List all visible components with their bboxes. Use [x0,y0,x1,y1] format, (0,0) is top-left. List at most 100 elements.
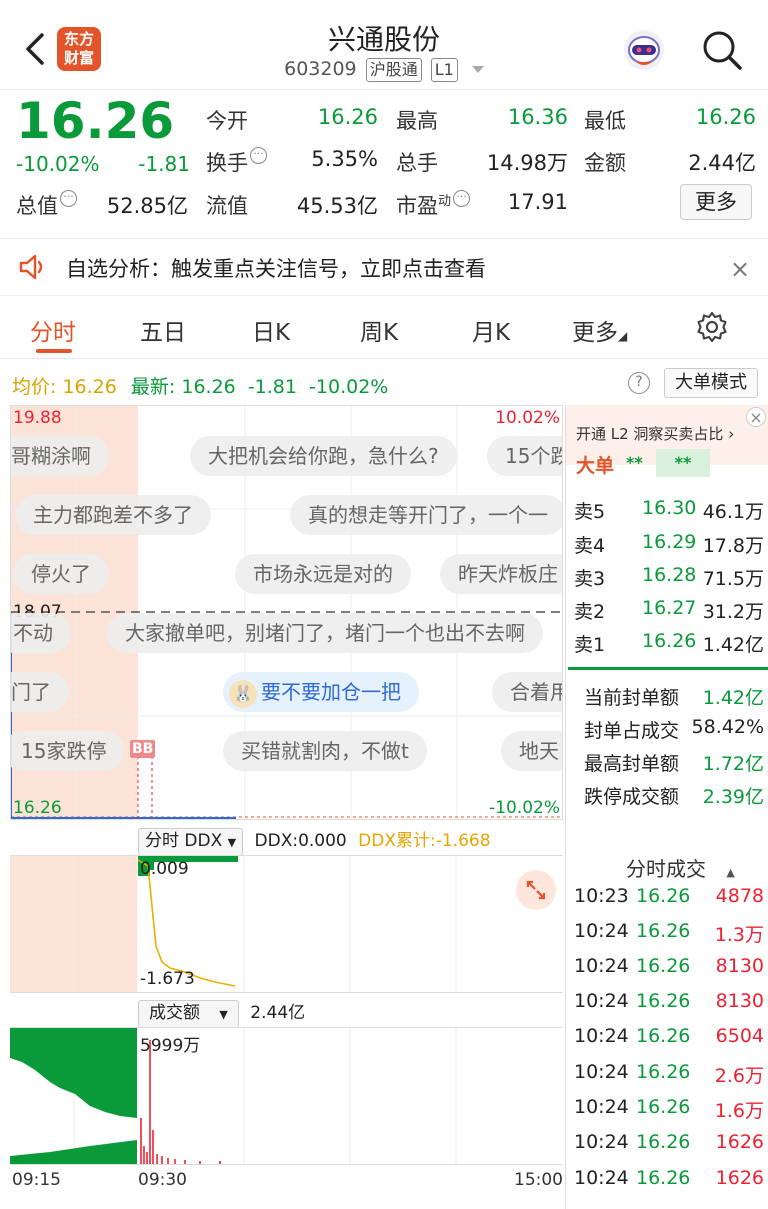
intraday-chart[interactable]: 19.88 10.02% 18.07 16.26 -10.02% 哥糊涂啊 大把… [10,405,563,820]
seal-row: 当前封单额 1.42亿 [584,683,764,710]
volume-indicator-select[interactable]: 成交额 ▼ [138,1000,239,1028]
alert-text[interactable]: 自选分析：触发重点关注信号，立即点击查看 [66,253,486,283]
caret-up-icon: ▲ [726,866,735,879]
comment-bubble[interactable]: 昨天炸板庄 [440,554,562,594]
ask-label: 卖5 [574,501,606,523]
tab-more[interactable]: 更多◢ [572,313,627,347]
help-icon[interactable]: ? [628,372,650,394]
trade-time: 10:24 [574,990,629,1012]
settings-gear-icon[interactable] [696,311,728,343]
ask-bid-divider [568,667,768,670]
ask-price: 16.30 [642,497,697,519]
tab-intraday[interactable]: 分时 [30,313,76,347]
trade-price: 16.26 [636,1025,691,1047]
axis-top-pct: 10.02% [495,408,560,428]
market-cap-label-text: 总值 [16,194,58,218]
trade-volume: 8130 [715,955,764,977]
robot-assistant-icon[interactable] [622,28,666,72]
seal-value: 1.72亿 [702,753,764,775]
turnover-label[interactable]: 换手 ··· [206,147,267,177]
caret-down-icon: ▼ [219,1008,228,1021]
expand-chart-button[interactable] [516,870,556,910]
more-button[interactable]: 更多 [680,184,752,220]
ask-volume: 46.1万 [702,501,764,523]
big-order-mode-button[interactable]: 大单模式 [664,368,758,398]
comment-bubble[interactable]: 主力都跑差不多了 [15,495,211,535]
volume-label: 总手 [396,151,438,175]
big-buy-marker[interactable]: BB [130,740,156,758]
ask-price: 16.29 [642,531,697,553]
pe-label-text: 市盈 [396,194,438,218]
volume-chart[interactable]: 5999万 [10,1027,563,1165]
volume-select-label: 成交额 [149,1003,200,1023]
tab-weekly-k[interactable]: 周K [360,313,398,347]
trade-volume: 1.6万 [714,1100,764,1122]
search-icon[interactable] [700,28,744,72]
trade-price: 16.26 [636,920,691,942]
ddx-plot [73,856,457,992]
price-info-line: 均价: 16.26 最新: 16.26 -1.81 -10.02% [12,372,388,399]
featured-comment-text: 要不要加仓一把 [261,680,401,704]
trade-time: 10:24 [574,1096,629,1118]
seal-label: 跌停成交额 [584,786,680,808]
chevron-down-icon[interactable] [471,66,484,73]
comment-bubble[interactable]: 合着用 [492,672,562,712]
comment-bubble[interactable]: 买错就割肉，不做t [223,731,427,771]
comment-bubble[interactable]: 大家撤单吧，别堵门了，堵门一个也出不去啊 [107,613,543,653]
big-order-label: 大单 [576,455,615,477]
ddx-cumulative: DDX累计:-1.668 [358,831,491,851]
info-icon[interactable]: ··· [60,190,77,207]
comment-bubble[interactable]: 哥糊涂啊 [11,436,109,476]
trade-time: 10:23 [574,885,629,907]
trades-title[interactable]: 分时成交 ▲ [626,853,735,882]
time-label-open: 09:30 [138,1170,187,1190]
comment-bubble[interactable]: 真的想走等开门了，一个一 [290,495,562,535]
latest-value: 16.26 [181,376,236,398]
trade-time: 10:24 [574,1167,629,1189]
comment-bubble[interactable]: 不动 [11,613,71,653]
ddx-indicator-select[interactable]: 分时 DDX ▼ [138,828,244,856]
tab-more-label: 更多 [572,320,618,346]
close-icon[interactable]: × [746,407,766,427]
high-value: 16.36 [507,105,568,129]
ddx-chart[interactable]: 0.009 -1.673 [10,855,563,993]
trade-time: 10:24 [574,1025,629,1047]
comment-bubble[interactable]: 市场永远是对的 [235,554,411,594]
latest-change: -1.81 [247,376,297,398]
tab-monthly-k[interactable]: 月K [472,313,510,347]
turnover-value: 5.35% [311,147,378,171]
ddx-header: 分时 DDX ▼ DDX:0.000 DDX累计:-1.668 [138,826,568,856]
ask-volume: 31.2万 [702,601,764,623]
info-icon[interactable]: ··· [250,147,267,164]
ddx-top-value: 0.009 [140,859,189,879]
big-order-mask-1: ** [626,453,643,472]
comment-bubble[interactable]: 15个跌 [487,436,562,476]
open-label: 今开 [206,109,248,133]
comment-bubble[interactable]: 大把机会给你跑，急什么? [190,436,457,476]
alert-bar[interactable]: 自选分析：触发重点关注信号，立即点击查看 × [0,238,768,296]
stock-code: 603209 [284,58,357,80]
comment-bubble[interactable]: 15家跌停 [11,731,125,771]
ask-volume: 17.8万 [702,535,764,557]
trade-volume: 4878 [715,885,764,907]
featured-comment-bubble[interactable]: 🐰 要不要加仓一把 [223,672,419,712]
pct-change: -10.02% [16,152,100,176]
tab-daily-k[interactable]: 日K [252,313,290,347]
market-cap-label[interactable]: 总值 ··· [16,190,77,220]
info-icon[interactable]: ··· [453,190,471,207]
float-cap-value: 45.53亿 [296,194,378,218]
ddx-bottom-value: -1.673 [140,969,195,989]
tab-five-day[interactable]: 五日 [140,313,186,347]
open-value: 16.26 [317,105,378,129]
ddx-value: DDX:0.000 [254,831,347,851]
ask-label: 卖1 [574,634,606,656]
l2-promo-text[interactable]: 开通 L2 洞察买卖占比 › [576,423,734,444]
low-label: 最低 [584,109,626,133]
big-order-mask-2: ** [656,449,710,477]
comment-bubble[interactable]: 地天 [501,731,562,771]
comment-bubble[interactable]: 门了 [11,672,69,712]
comment-bubble[interactable]: 停火了 [13,554,109,594]
close-icon[interactable]: × [730,255,750,283]
pe-label[interactable]: 市盈动 ··· [396,190,471,220]
avg-price-value: 16.26 [62,376,117,398]
